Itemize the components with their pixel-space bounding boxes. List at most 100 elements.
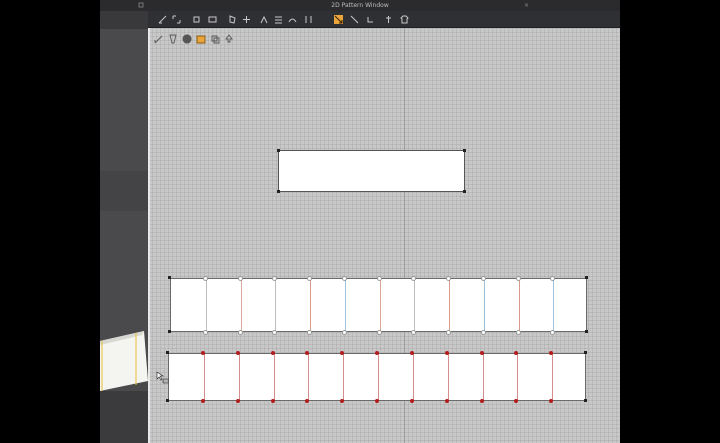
seam-point[interactable] [272, 276, 277, 281]
seam-line[interactable] [413, 354, 414, 400]
sewing-point[interactable] [201, 399, 205, 403]
pattern-vertex[interactable] [585, 330, 588, 333]
seam-line[interactable] [204, 354, 205, 400]
pattern-vertex[interactable] [277, 190, 280, 193]
sewing-point[interactable] [236, 351, 240, 355]
seam-line[interactable] [274, 354, 275, 400]
seam-point[interactable] [238, 276, 243, 281]
seam-point[interactable] [446, 276, 451, 281]
sewing-point[interactable] [514, 351, 518, 355]
seam-line[interactable] [517, 354, 518, 400]
internal-line[interactable] [414, 279, 415, 331]
sewing-point[interactable] [549, 399, 553, 403]
sewing-point[interactable] [480, 351, 484, 355]
sewing-point[interactable] [375, 399, 379, 403]
sewing-point[interactable] [340, 399, 344, 403]
seam-point[interactable] [377, 330, 382, 335]
sewing-point[interactable] [201, 351, 205, 355]
seam-point[interactable] [342, 330, 347, 335]
sewing-point[interactable] [480, 399, 484, 403]
seam-point[interactable] [481, 276, 486, 281]
seam-line[interactable] [378, 354, 379, 400]
seam-line[interactable] [448, 354, 449, 400]
pleat-icon[interactable] [274, 15, 283, 24]
pattern-piece-strip-upper[interactable] [170, 278, 587, 332]
seam-point[interactable] [342, 276, 347, 281]
select-icon[interactable] [154, 34, 164, 44]
pattern-vertex[interactable] [585, 276, 588, 279]
seam-line[interactable] [343, 354, 344, 400]
sewing-point[interactable] [340, 351, 344, 355]
internal-line[interactable] [380, 279, 381, 331]
sewing-point[interactable] [375, 351, 379, 355]
add-point-icon[interactable] [192, 15, 201, 24]
seam-point[interactable] [516, 330, 521, 335]
rectangle-icon[interactable] [208, 15, 217, 24]
pin-icon[interactable] [384, 15, 393, 24]
pattern-vertex[interactable] [168, 330, 171, 333]
seam-icon[interactable] [288, 15, 297, 24]
seam-point[interactable] [446, 330, 451, 335]
seam-point[interactable] [481, 330, 486, 335]
seam-point[interactable] [550, 276, 555, 281]
pattern-piece-top[interactable] [278, 150, 465, 192]
sewing-point[interactable] [514, 399, 518, 403]
sewing-point[interactable] [445, 399, 449, 403]
avatar-icon[interactable] [400, 15, 409, 24]
sewing-point[interactable] [410, 351, 414, 355]
seam-point[interactable] [203, 330, 208, 335]
fold-icon[interactable] [350, 15, 359, 24]
seam-point[interactable] [377, 276, 382, 281]
seam-line[interactable] [239, 354, 240, 400]
brush-icon[interactable] [168, 34, 178, 44]
internal-line[interactable] [206, 279, 207, 331]
seam-point[interactable] [516, 276, 521, 281]
seam-point[interactable] [203, 276, 208, 281]
internal-line[interactable] [345, 279, 346, 331]
pattern-vertex[interactable] [277, 149, 280, 152]
texture-icon[interactable] [196, 34, 206, 44]
internal-line[interactable] [449, 279, 450, 331]
polygon-icon[interactable] [228, 15, 237, 24]
seam-line[interactable] [483, 354, 484, 400]
internal-line[interactable] [241, 279, 242, 331]
grading-icon[interactable] [182, 34, 192, 44]
sewing-point[interactable] [445, 351, 449, 355]
seam-point[interactable] [307, 330, 312, 335]
seam-line[interactable] [552, 354, 553, 400]
sewing-point[interactable] [305, 399, 309, 403]
pattern-vertex[interactable] [584, 351, 587, 354]
tack-icon[interactable] [366, 15, 375, 24]
pattern-vertex[interactable] [166, 399, 169, 402]
seam-point[interactable] [411, 276, 416, 281]
close-icon[interactable]: × [524, 0, 529, 11]
sewing-point[interactable] [549, 351, 553, 355]
seam-point[interactable] [550, 330, 555, 335]
seam-line[interactable] [308, 354, 309, 400]
internal-line[interactable] [484, 279, 485, 331]
internal-shape-icon[interactable] [242, 15, 251, 24]
seam-point[interactable] [272, 330, 277, 335]
internal-line[interactable] [275, 279, 276, 331]
pattern-vertex[interactable] [463, 149, 466, 152]
sewing-point[interactable] [271, 351, 275, 355]
internal-line[interactable] [310, 279, 311, 331]
pattern-piece-strip-lower[interactable] [168, 353, 586, 401]
sewing-point[interactable] [410, 399, 414, 403]
dock-pin-icon[interactable] [138, 2, 144, 8]
seam-point[interactable] [307, 276, 312, 281]
internal-line[interactable] [519, 279, 520, 331]
sewing-point[interactable] [236, 399, 240, 403]
3d-garment-window[interactable] [100, 11, 148, 443]
seam-point[interactable] [238, 330, 243, 335]
upload-icon[interactable] [224, 34, 234, 44]
pattern-vertex[interactable] [168, 276, 171, 279]
pattern-canvas[interactable] [148, 28, 620, 443]
dart-icon[interactable] [260, 15, 269, 24]
free-sewing-icon[interactable] [334, 15, 343, 24]
pattern-vertex[interactable] [463, 190, 466, 193]
copy-icon[interactable] [210, 34, 220, 44]
pattern-vertex[interactable] [584, 399, 587, 402]
segment-sewing-icon[interactable] [304, 15, 313, 24]
internal-line[interactable] [553, 279, 554, 331]
